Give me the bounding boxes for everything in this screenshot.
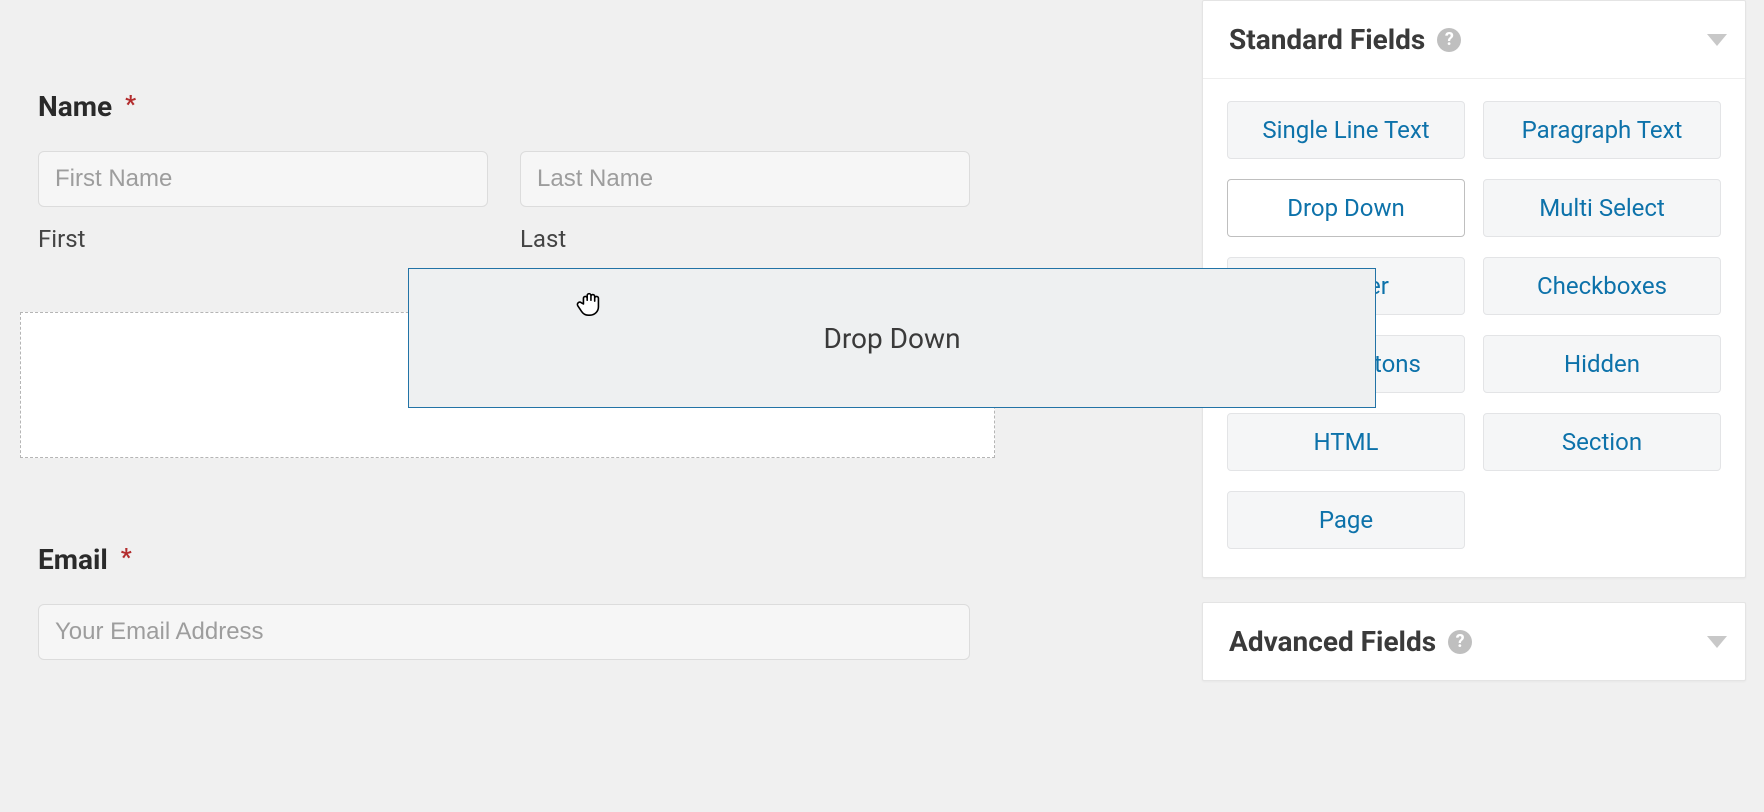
field-checkboxes[interactable]: Checkboxes	[1483, 257, 1721, 315]
field-single-line-text[interactable]: Single Line Text	[1227, 101, 1465, 159]
name-field-block: Name * First Last	[38, 90, 970, 253]
chevron-down-icon	[1707, 636, 1727, 648]
last-name-input[interactable]	[520, 151, 970, 207]
name-inputs-row: First Last	[38, 151, 970, 253]
field-html[interactable]: HTML	[1227, 413, 1465, 471]
field-drop-down[interactable]: Drop Down	[1227, 179, 1465, 237]
standard-fields-title: Standard Fields	[1229, 23, 1425, 56]
drag-ghost-dropdown[interactable]: Drop Down	[408, 268, 1376, 408]
standard-fields-header[interactable]: Standard Fields ?	[1203, 1, 1745, 79]
first-name-input[interactable]	[38, 151, 488, 207]
help-icon[interactable]: ?	[1448, 630, 1472, 654]
drag-ghost-label: Drop Down	[823, 322, 960, 355]
last-name-col: Last	[520, 151, 970, 253]
first-name-col: First	[38, 151, 488, 253]
advanced-fields-title: Advanced Fields	[1229, 625, 1436, 658]
name-label-text: Name	[38, 90, 112, 123]
required-asterisk: *	[125, 90, 136, 118]
email-input[interactable]	[38, 604, 970, 660]
email-field-block: Email *	[38, 543, 970, 660]
required-asterisk: *	[121, 543, 132, 571]
field-section[interactable]: Section	[1483, 413, 1721, 471]
advanced-fields-panel: Advanced Fields ?	[1202, 602, 1746, 681]
name-label: Name *	[38, 90, 970, 123]
field-hidden[interactable]: Hidden	[1483, 335, 1721, 393]
advanced-fields-header[interactable]: Advanced Fields ?	[1203, 603, 1745, 680]
help-icon[interactable]: ?	[1437, 28, 1461, 52]
field-multi-select[interactable]: Multi Select	[1483, 179, 1721, 237]
email-label: Email *	[38, 543, 970, 576]
field-page[interactable]: Page	[1227, 491, 1465, 549]
first-name-sublabel: First	[38, 225, 488, 253]
last-name-sublabel: Last	[520, 225, 970, 253]
field-paragraph-text[interactable]: Paragraph Text	[1483, 101, 1721, 159]
email-label-text: Email	[38, 543, 108, 576]
chevron-down-icon	[1707, 34, 1727, 46]
